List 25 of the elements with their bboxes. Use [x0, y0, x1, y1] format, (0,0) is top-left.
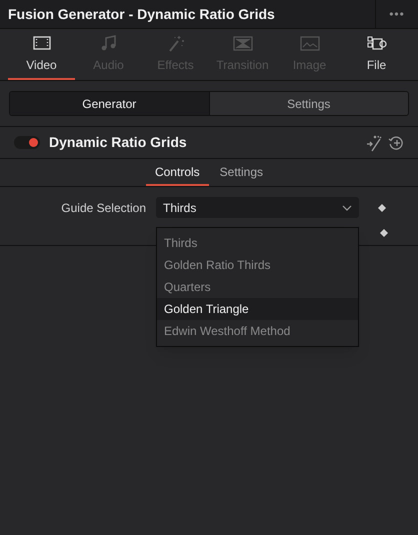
media-tab[interactable]: File: [343, 29, 410, 80]
menu-option[interactable]: Golden Triangle: [157, 298, 358, 320]
toggle-switch[interactable]: [14, 136, 40, 149]
film-icon: [30, 34, 52, 52]
menu-option[interactable]: Edwin Westhoff Method: [157, 320, 358, 342]
sub-tab[interactable]: Controls: [146, 159, 209, 186]
reset-icon[interactable]: [388, 134, 404, 150]
field-label: Guide Selection: [60, 200, 146, 216]
segment-tab[interactable]: Settings: [208, 92, 408, 115]
image-icon: [298, 34, 320, 52]
media-tab[interactable]: Video: [8, 29, 75, 80]
more-button[interactable]: •••: [375, 0, 418, 28]
menu-option[interactable]: Golden Ratio Thirds: [157, 254, 358, 276]
window-title: Fusion Generator - Dynamic Ratio Grids: [7, 4, 276, 24]
guide-dropdown[interactable]: Thirds: [156, 197, 359, 218]
transition-icon: [232, 34, 254, 52]
menu-option[interactable]: Thirds: [157, 232, 358, 254]
keyframe-icon[interactable]: [378, 204, 386, 212]
keyframe-icon[interactable]: [380, 229, 388, 237]
chevron-icon: [342, 204, 352, 210]
sub-tab[interactable]: Settings: [210, 159, 272, 186]
camera-icon: [366, 34, 388, 52]
menu-option[interactable]: Quarters: [157, 276, 358, 298]
effect-title: Dynamic Ratio Grids: [49, 133, 187, 152]
segment-tab[interactable]: Generator: [10, 92, 208, 115]
